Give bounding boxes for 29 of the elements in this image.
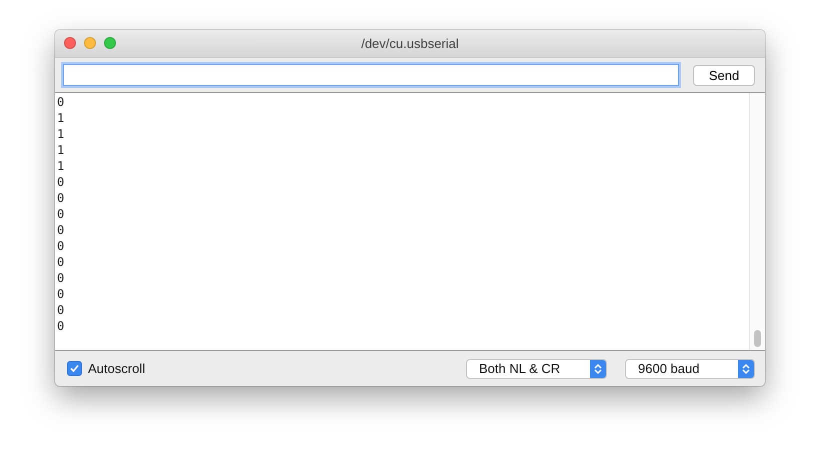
output-line: 0 — [57, 94, 64, 110]
minimize-button[interactable] — [84, 37, 96, 49]
output-line: 1 — [57, 158, 64, 174]
stepper-arrows-icon — [594, 362, 602, 374]
autoscroll-label: Autoscroll — [88, 361, 146, 376]
output-line: 0 — [57, 286, 64, 302]
zoom-button[interactable] — [104, 37, 116, 49]
baud-rate-select[interactable]: 9600 baud — [625, 358, 755, 378]
output-line: 0 — [57, 302, 64, 318]
output-line: 1 — [57, 110, 64, 126]
output-line: 1 — [57, 142, 64, 158]
close-button[interactable] — [64, 37, 76, 49]
checkmark-icon — [70, 364, 79, 373]
output-line: 0 — [57, 270, 64, 286]
send-button[interactable]: Send — [693, 64, 755, 86]
window-title: /dev/cu.usbserial — [361, 36, 459, 51]
stepper-arrows-icon — [742, 362, 750, 374]
output-line: 0 — [57, 174, 64, 190]
autoscroll-checkbox[interactable] — [67, 361, 82, 376]
output-line: 1 — [57, 126, 64, 142]
output-line: 0 — [57, 190, 64, 206]
output-line: 0 — [57, 254, 64, 270]
input-field[interactable] — [63, 64, 679, 86]
scrollbar[interactable] — [749, 93, 765, 350]
line-ending-select[interactable]: Both NL & CR — [466, 358, 607, 378]
output-line: 0 — [57, 206, 64, 222]
output-line: 0 — [57, 222, 64, 238]
output-line: 0 — [57, 318, 64, 334]
output-line: 0 — [57, 238, 64, 254]
